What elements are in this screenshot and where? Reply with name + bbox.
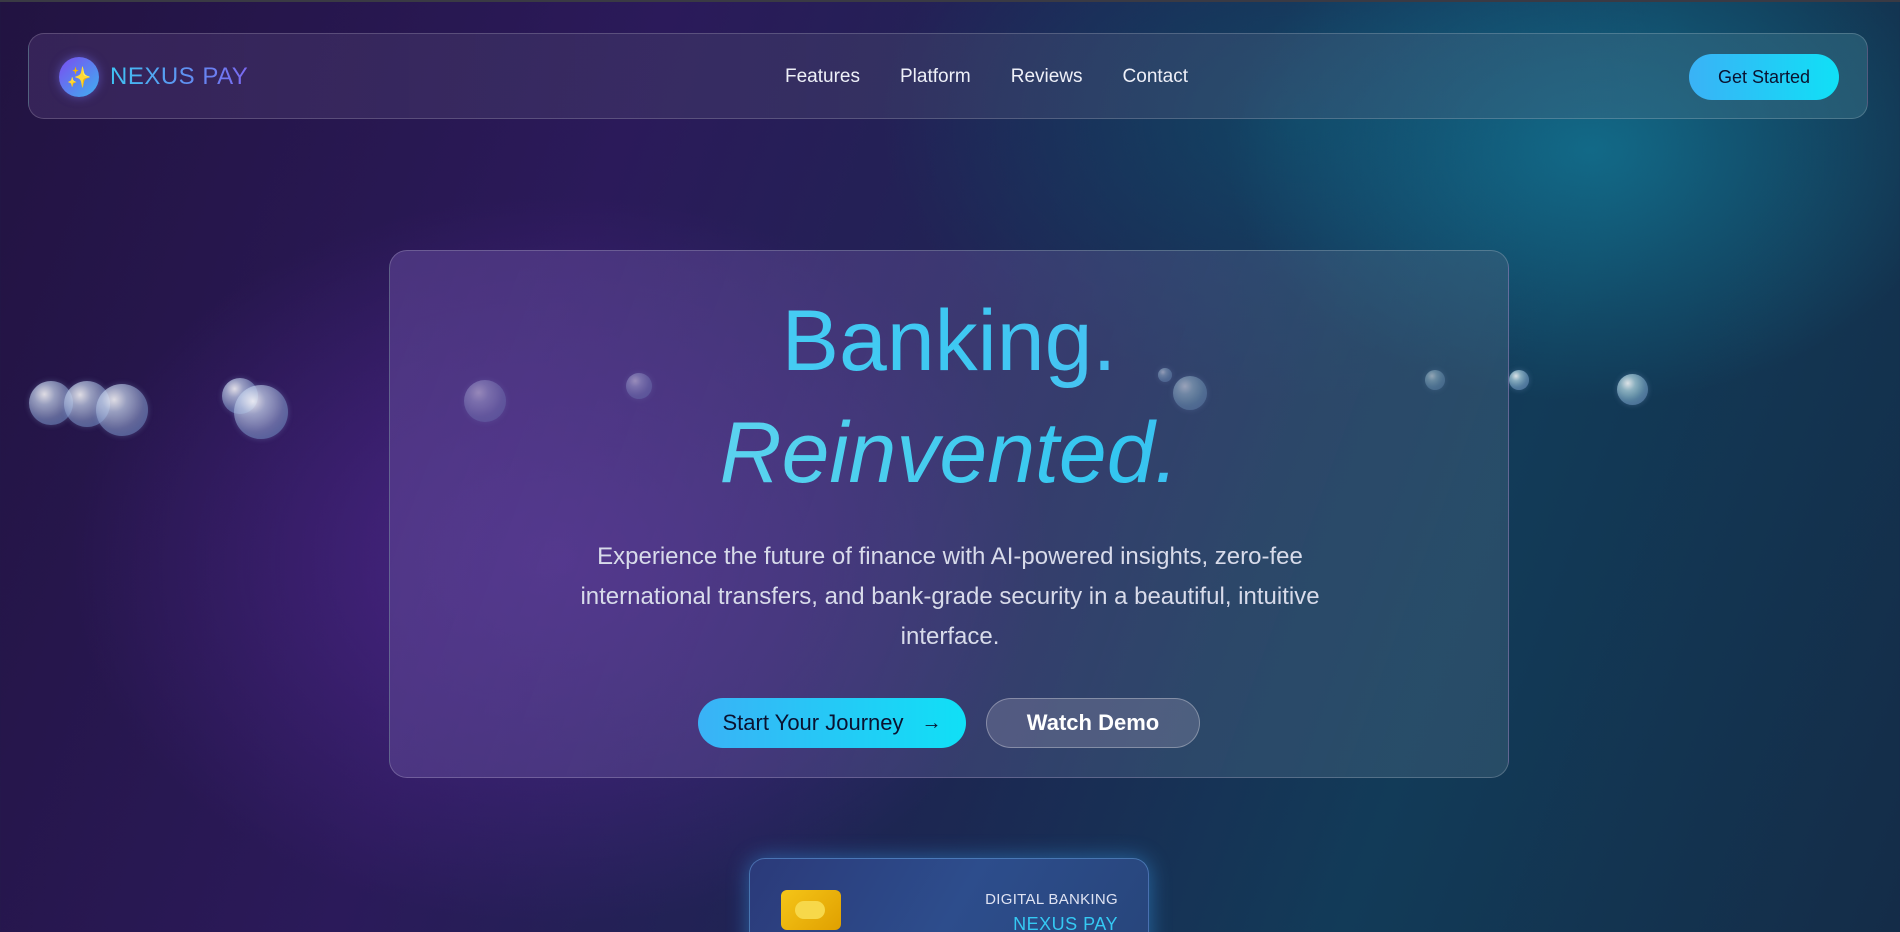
card-label: DIGITAL BANKING [985, 891, 1118, 908]
start-journey-label: Start Your Journey [722, 710, 904, 735]
hero-title-line2: Reinvented. [390, 403, 1508, 503]
navbar: ✨ NEXUS PAY Features Platform Reviews Co… [28, 33, 1868, 119]
card-chip-contact [795, 901, 825, 919]
window-top-border [0, 0, 1900, 2]
nav-link-contact[interactable]: Contact [1123, 66, 1188, 88]
nav-link-reviews[interactable]: Reviews [1011, 66, 1083, 88]
credit-card: DIGITAL BANKING NEXUS PAY [749, 858, 1149, 932]
bubble-decoration [234, 385, 288, 439]
bubble-decoration [96, 384, 148, 436]
brand[interactable]: ✨ NEXUS PAY [59, 57, 248, 97]
get-started-button[interactable]: Get Started [1689, 54, 1839, 100]
brand-name: NEXUS PAY [110, 63, 249, 90]
hero-card: Banking. Reinvented. Experience the futu… [389, 250, 1509, 778]
hero-description: Experience the future of finance with AI… [580, 543, 1320, 650]
nav-links: Features Platform Reviews Contact [785, 34, 1188, 120]
watch-demo-button[interactable]: Watch Demo [986, 698, 1200, 748]
bubble-decoration [1617, 374, 1648, 405]
start-journey-button[interactable]: Start Your Journey → [698, 698, 966, 748]
card-brand: NEXUS PAY [1013, 914, 1118, 932]
sparkle-icon: ✨ [59, 57, 99, 97]
nav-link-platform[interactable]: Platform [900, 66, 971, 88]
card-chip-icon [781, 890, 841, 930]
hero-title-line1: Banking. [390, 291, 1508, 391]
nav-link-features[interactable]: Features [785, 66, 860, 88]
bubble-decoration [1509, 370, 1529, 390]
arrow-right-icon: → [921, 711, 942, 734]
